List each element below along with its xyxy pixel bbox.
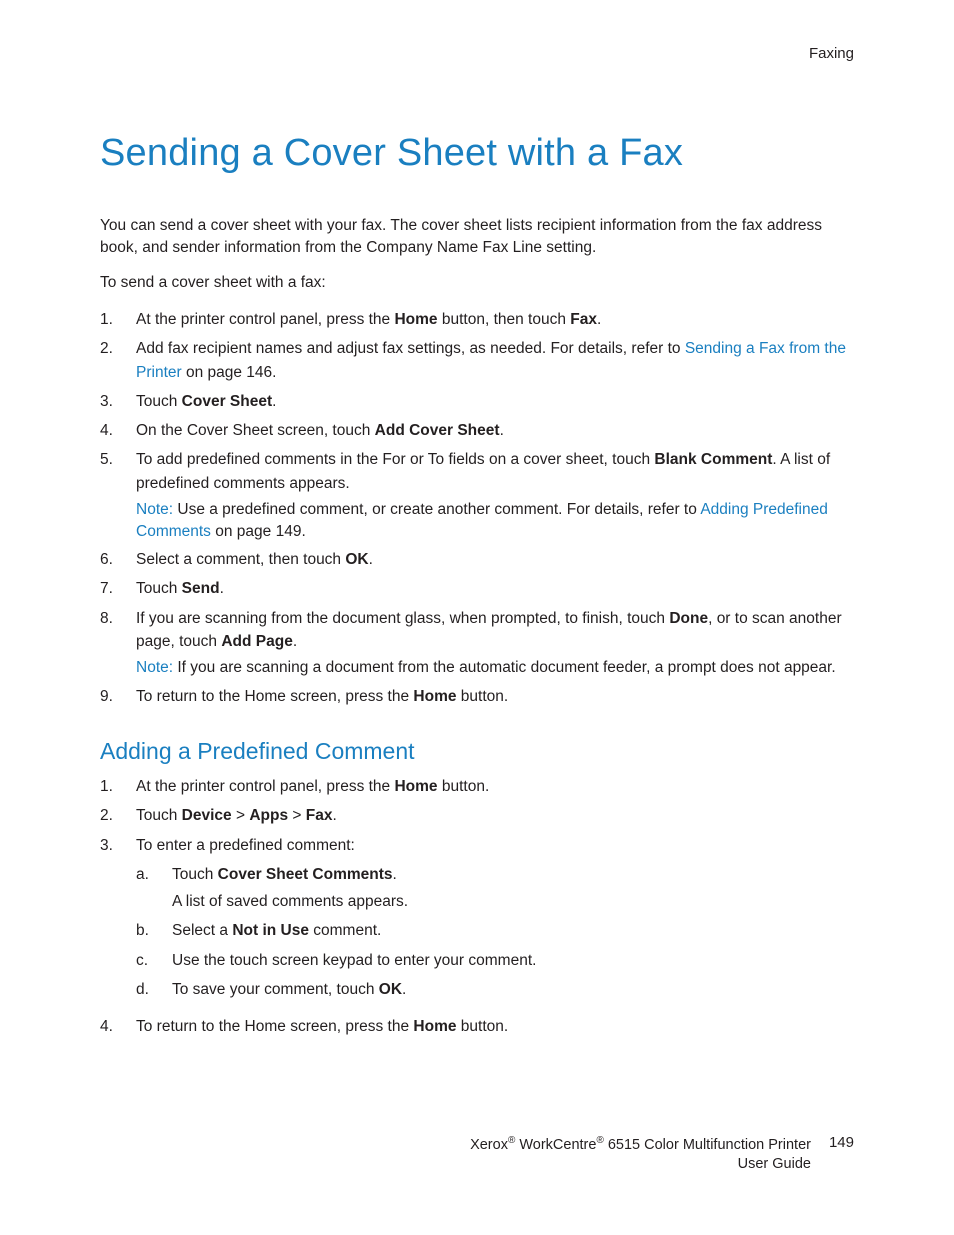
substep-c: Use the touch screen keypad to enter you… (136, 949, 854, 972)
page-footer: Xerox® WorkCentre® 6515 Color Multifunct… (100, 1134, 854, 1175)
note-label: Note: (136, 659, 173, 676)
lead-in-text: To send a cover sheet with a fax: (100, 272, 854, 294)
pstep-2: Touch Device > Apps > Fax. (100, 804, 854, 827)
step-5-note: Note: Use a predefined comment, or creat… (136, 499, 854, 542)
pstep-4: To return to the Home screen, press the … (100, 1015, 854, 1038)
substep-b: Select a Not in Use comment. (136, 919, 854, 942)
pstep-3: To enter a predefined comment: Touch Cov… (100, 834, 854, 1002)
substep-a: Touch Cover Sheet Comments. A list of sa… (136, 863, 854, 914)
footer-product-line: Xerox® WorkCentre® 6515 Color Multifunct… (470, 1134, 811, 1175)
predefined-steps-list: At the printer control panel, press the … (100, 775, 854, 1038)
intro-paragraph: You can send a cover sheet with your fax… (100, 215, 854, 258)
substep-a-note: A list of saved comments appears. (172, 890, 854, 913)
step-4: On the Cover Sheet screen, touch Add Cov… (100, 419, 854, 442)
page-number: 149 (829, 1134, 854, 1151)
note-label: Note: (136, 501, 173, 518)
step-3: Touch Cover Sheet. (100, 390, 854, 413)
step-9: To return to the Home screen, press the … (100, 685, 854, 708)
running-header: Faxing (100, 45, 854, 62)
page: Faxing Sending a Cover Sheet with a Fax … (0, 0, 954, 1235)
step-2: Add fax recipient names and adjust fax s… (100, 337, 854, 384)
step-6: Select a comment, then touch OK. (100, 548, 854, 571)
subsection-title: Adding a Predefined Comment (100, 738, 854, 765)
page-title: Sending a Cover Sheet with a Fax (100, 132, 854, 175)
pstep-1: At the printer control panel, press the … (100, 775, 854, 798)
step-1: At the printer control panel, press the … (100, 308, 854, 331)
registered-icon: ® (596, 1135, 603, 1146)
step-8-note: Note: If you are scanning a document fro… (136, 657, 854, 679)
substep-d: To save your comment, touch OK. (136, 978, 854, 1001)
main-steps-list: At the printer control panel, press the … (100, 308, 854, 708)
step-8: If you are scanning from the document gl… (100, 607, 854, 679)
substeps-list: Touch Cover Sheet Comments. A list of sa… (136, 863, 854, 1001)
step-7: Touch Send. (100, 577, 854, 600)
step-5: To add predefined comments in the For or… (100, 448, 854, 542)
